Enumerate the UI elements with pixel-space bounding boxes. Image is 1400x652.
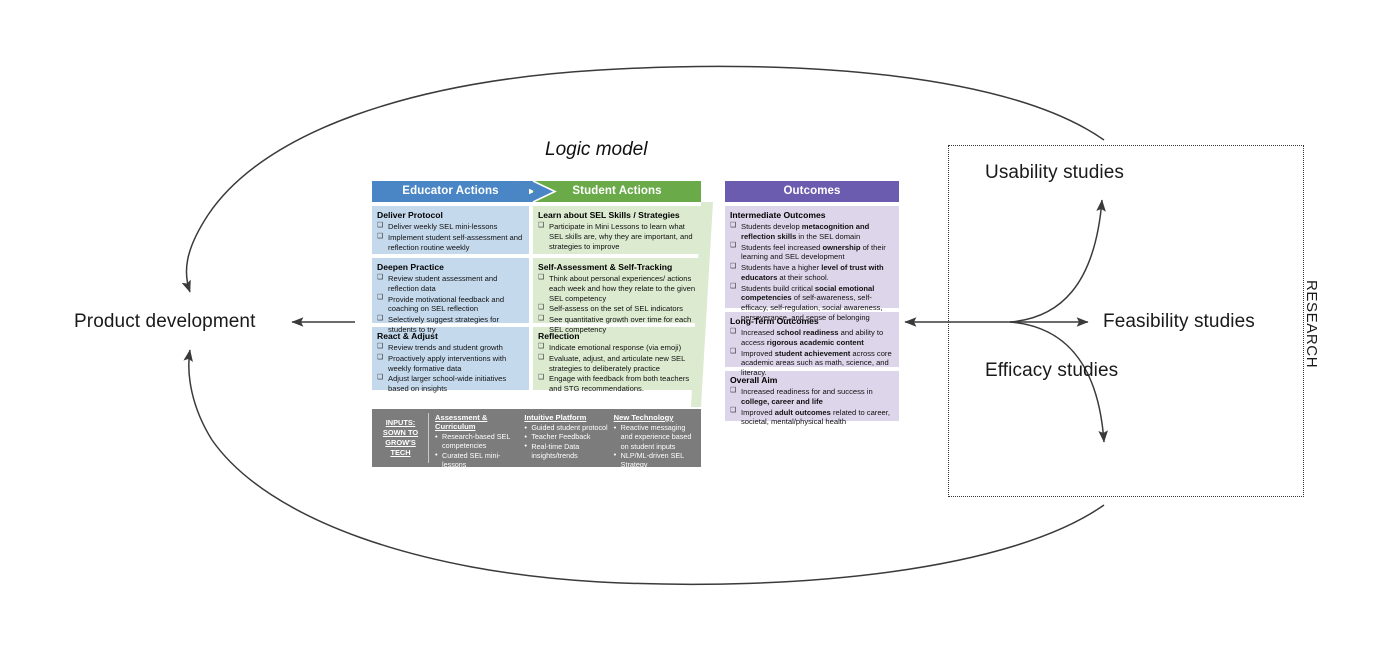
inputs-group-item: NLP/ML-driven SEL Strategy Recommendatio…	[614, 450, 697, 479]
header-student-actions: Student Actions	[533, 181, 701, 202]
logic-cell-item: Engage with feedback from both teachers …	[538, 374, 696, 393]
label-usability-studies: Usability studies	[985, 162, 1124, 183]
column-outcomes: Outcomes Intermediate Outcomes Students d…	[725, 181, 899, 426]
logic-cell: Intermediate Outcomes Students develop me…	[725, 206, 899, 322]
logic-cell-item: See quantitative growth over time for ea…	[538, 315, 696, 334]
student-cells: Learn about SEL Skills / Strategies Parti…	[533, 206, 701, 393]
logic-cell-title: Learn about SEL Skills / Strategies	[538, 210, 680, 220]
logic-cell-list: Participate in Mini Lessons to learn wha…	[538, 222, 696, 251]
arrow-top-to-product	[181, 214, 209, 293]
logic-cell-item: Think about personal experiences/ action…	[538, 274, 696, 303]
logic-cell: React & AdjustReview trends and student …	[372, 327, 529, 393]
logic-cell-item: Provide motivational feedback and coachi…	[377, 294, 524, 314]
column-student-actions: Student Actions Learn about SEL Skills /…	[533, 181, 701, 393]
logic-cell-list: Increased school readiness and ability t…	[730, 328, 894, 378]
inputs-group-list: Reactive messaging and experience based …	[614, 423, 697, 479]
logic-cell: Deliver Protocol Deliver weekly SEL mini-…	[372, 206, 529, 254]
label-efficacy-studies: Efficacy studies	[985, 360, 1119, 381]
logic-cell: Learn about SEL Skills / Strategies Parti…	[533, 206, 701, 254]
logic-cell-item: Proactively apply interventions with wee…	[377, 354, 524, 373]
inputs-group-title: New Technology	[613, 413, 674, 422]
logic-model-title: Logic model	[545, 139, 648, 160]
logic-cell-item: Implement student self-assessment and re…	[377, 233, 524, 252]
logic-cell-list: Students develop metacognition and refle…	[730, 222, 894, 322]
logic-cell-title: Self-Assessment & Self-Tracking	[538, 262, 673, 272]
inputs-group: New TechnologyReactive messaging and exp…	[608, 413, 697, 478]
logic-cell-item: Students develop metacognition and refle…	[730, 222, 894, 241]
inputs-group-list: Research-based SEL competenciesCurated S…	[435, 432, 518, 469]
logic-cell-item: Adjust larger school-wide initiatives ba…	[377, 374, 524, 393]
logic-cell-item: Increased school readiness and ability t…	[730, 328, 894, 347]
logic-cell-list: Review student assessment and reflection…	[377, 274, 524, 334]
logic-cell: ReflectionIndicate emotional response (v…	[533, 327, 701, 393]
logic-cell-list: Deliver weekly SEL mini-lessonsImplement…	[377, 222, 524, 252]
logic-cell-title: Deliver Protocol	[377, 210, 443, 220]
label-feasibility-studies: Feasibility studies	[1103, 311, 1255, 332]
logic-cell-list: Think about personal experiences/ action…	[538, 274, 696, 334]
inputs-group: Assessment & CurriculumResearch-based SE…	[429, 413, 518, 469]
logic-cell-item: Review student assessment and reflection…	[377, 274, 524, 293]
logic-cell-list: Increased readiness for and success in c…	[730, 387, 894, 427]
logic-cell-item: Self-assess on the set of SEL indicators	[538, 304, 696, 314]
logic-cell-item: Students have a higher level of trust wi…	[730, 263, 894, 282]
diagram-canvas: RESEARCH Product development Usability s…	[0, 0, 1400, 652]
logic-model-table: Educator Actions Deliver ProtocolDeliver…	[372, 181, 899, 478]
logic-cell-item: Increased readiness for and success in c…	[730, 387, 894, 406]
logic-cell-list: Indicate emotional response (via emoji)E…	[538, 343, 696, 394]
header-outcomes: Outcomes	[725, 181, 899, 202]
inputs-group: Intuitive PlatformGuided student protoco…	[518, 413, 607, 463]
inputs-group-item: Guided student protocol	[524, 423, 607, 433]
inputs-bar-label: INPUTS: SOWN TO GROW'S TECH	[377, 413, 429, 463]
label-product-development: Product development	[74, 311, 256, 332]
logic-cell-item: Students feel increased ownership of the…	[730, 242, 894, 262]
logic-cell: Deepen Practice Review student assessment…	[372, 258, 529, 334]
inputs-group-item: Research-based SEL competencies	[435, 432, 518, 451]
logic-cell-item: Improved student achievement across core…	[730, 348, 894, 378]
logic-cell-item: Deliver weekly SEL mini-lessons	[377, 222, 524, 232]
logic-cell-item: Evaluate, adjust, and articulate new SEL…	[538, 354, 696, 373]
inputs-bar: INPUTS: SOWN TO GROW'S TECH Assessment &…	[372, 409, 701, 478]
logic-cell: Self-Assessment & Self-Tracking Think abo…	[533, 258, 701, 334]
arrow-bottom-to-product	[183, 349, 213, 441]
logic-cell-item: Review trends and student growth	[377, 343, 524, 353]
inputs-group-item: Real-time Data insights/trends	[524, 441, 607, 460]
logic-cell-title: Deepen Practice	[377, 262, 444, 272]
research-label: RESEARCH	[1303, 280, 1320, 369]
inputs-group-title: Assessment & Curriculum	[435, 413, 488, 432]
column-educator-actions: Educator Actions Deliver ProtocolDeliver…	[372, 181, 529, 393]
logic-cell-list: Review trends and student growthProactiv…	[377, 343, 524, 394]
logic-cell-item: Improved adult outcomes related to caree…	[730, 407, 894, 427]
logic-cell: Overall AimIncreased readiness for and s…	[725, 371, 899, 426]
logic-cell-item: Indicate emotional response (via emoji)	[538, 343, 696, 353]
logic-cell-item: Participate in Mini Lessons to learn wha…	[538, 222, 696, 251]
inputs-group-item: Teacher Feedback	[524, 432, 607, 442]
logic-cell-item: Students build critical social emotional…	[730, 283, 894, 323]
inputs-group-list: Guided student protocolTeacher FeedbackR…	[524, 423, 607, 460]
inputs-group-title: Intuitive Platform	[524, 413, 587, 422]
outcomes-cells: Intermediate Outcomes Students develop me…	[725, 206, 899, 426]
logic-cell-title: Intermediate Outcomes	[730, 210, 826, 220]
logic-cell-item: Selectively suggest strategies for stude…	[377, 315, 524, 334]
inputs-group-item: Reactive messaging and experience based …	[614, 423, 697, 451]
inputs-group-item: Curated SEL mini-lessons	[435, 450, 518, 469]
educator-cells: Deliver Protocol Deliver weekly SEL mini-…	[372, 206, 529, 393]
header-educator-actions: Educator Actions	[372, 181, 529, 202]
inputs-bar-groups: Assessment & CurriculumResearch-based SE…	[429, 413, 697, 478]
